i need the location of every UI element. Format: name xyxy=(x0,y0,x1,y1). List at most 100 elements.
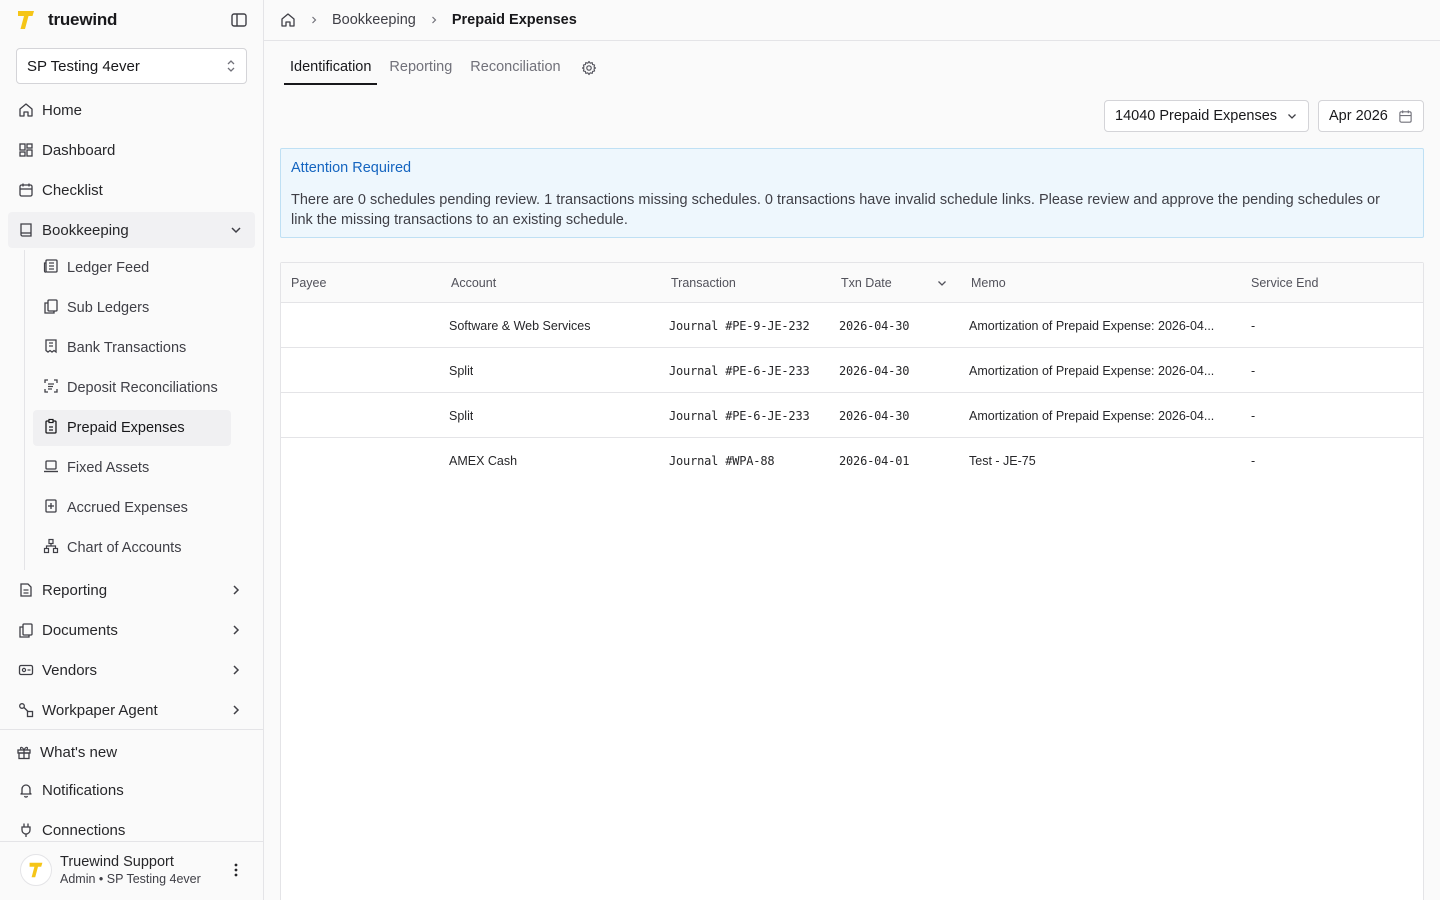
alert-title: Attention Required xyxy=(291,160,412,176)
chevron-down-icon xyxy=(1288,114,1296,119)
chevron-right-icon xyxy=(233,625,240,635)
sidebar-item-deposit-reconciliations[interactable]: Deposit Reconciliations xyxy=(33,370,231,406)
breadcrumb: Bookkeeping Prepaid Expenses xyxy=(264,0,1440,41)
table-header: Payee Account Transaction Txn Date Memo … xyxy=(281,263,1423,303)
user-profile[interactable]: Truewind Support Admin • SP Testing 4eve… xyxy=(20,852,252,888)
sidebar-item-accrued-expenses[interactable]: Accrued Expenses xyxy=(33,490,231,526)
sidebar: truewind SP Testing 4ever Home Dashboard… xyxy=(0,0,264,900)
tab-reconciliation[interactable]: Reconciliation xyxy=(464,52,566,85)
nav-item-home[interactable]: Home xyxy=(8,92,255,128)
nav-item-label: Connections xyxy=(42,821,126,839)
tab-bar: Identification Reporting Reconciliation xyxy=(284,52,597,85)
chevron-right-icon xyxy=(233,585,240,595)
nav-item-notifications[interactable]: Notifications xyxy=(8,772,255,808)
sort-chevron-down-icon[interactable] xyxy=(936,277,948,289)
column-header-transaction[interactable]: Transaction xyxy=(671,263,736,303)
nav-item-bookkeeping[interactable]: Bookkeeping xyxy=(8,212,255,248)
network-icon xyxy=(43,538,59,558)
nav-item-label: Vendors xyxy=(42,661,98,679)
cell-account: Split xyxy=(449,408,474,423)
table-row[interactable]: Split Journal #PE-6-JE-233 2026-04-30 Am… xyxy=(281,393,1423,438)
sidebar-item-ledger-feed[interactable]: Ledger Feed xyxy=(33,250,231,286)
laptop-icon xyxy=(43,458,59,478)
cell-service-end: - xyxy=(1251,408,1256,423)
sidebar-item-fixed-assets[interactable]: Fixed Assets xyxy=(33,450,231,486)
calendar-check-icon xyxy=(18,182,34,198)
sidebar-item-chart-of-accounts[interactable]: Chart of Accounts xyxy=(33,530,231,566)
tab-identification[interactable]: Identification xyxy=(284,52,378,85)
file-plus-icon xyxy=(43,498,59,518)
sidebar-item-label: Fixed Assets xyxy=(67,460,150,476)
alert-message-line: link the missing transactions to an exis… xyxy=(291,212,628,228)
cell-service-end: - xyxy=(1251,318,1256,333)
period-picker[interactable]: Apr 2026 xyxy=(1318,100,1424,132)
cell-txn-date: 2026-04-30 xyxy=(839,363,910,378)
user-name: Truewind Support xyxy=(60,853,174,870)
column-header-payee[interactable]: Payee xyxy=(291,263,326,303)
user-menu-button[interactable] xyxy=(228,860,244,880)
cell-memo: Amortization of Prepaid Expense: 2026-04… xyxy=(969,363,1215,378)
cell-service-end: - xyxy=(1251,363,1256,378)
cell-txn-date: 2026-04-01 xyxy=(839,453,910,468)
cell-transaction: Journal #PE-6-JE-233 xyxy=(669,363,810,378)
cell-account: AMEX Cash xyxy=(449,453,518,468)
nav-item-whats-new[interactable]: What's new xyxy=(6,734,253,770)
cell-account: Split xyxy=(449,363,474,378)
transactions-table: Payee Account Transaction Txn Date Memo … xyxy=(280,262,1424,900)
gear-icon[interactable] xyxy=(581,60,597,76)
column-header-memo[interactable]: Memo xyxy=(971,263,1006,303)
brand[interactable]: truewind xyxy=(16,8,117,32)
breadcrumb-home-button[interactable] xyxy=(280,12,296,28)
nav-item-workpaper-agent[interactable]: Workpaper Agent xyxy=(8,692,255,728)
submenu-guide-line xyxy=(24,250,25,570)
attention-alert: Attention Required There are 0 schedules… xyxy=(280,148,1424,238)
cell-transaction: Journal #PE-9-JE-232 xyxy=(669,318,810,333)
account-select[interactable]: 14040 Prepaid Expenses xyxy=(1104,100,1309,132)
nav-item-label: Workpaper Agent xyxy=(42,701,158,719)
cell-transaction: Journal #PE-6-JE-233 xyxy=(669,408,810,423)
cell-memo: Amortization of Prepaid Expense: 2026-04… xyxy=(969,318,1215,333)
receipt-icon xyxy=(43,338,59,358)
column-header-account[interactable]: Account xyxy=(451,263,496,303)
calendar-icon xyxy=(1399,109,1412,123)
sidebar-item-prepaid-expenses[interactable]: Prepaid Expenses xyxy=(33,410,231,446)
nav-item-reporting[interactable]: Reporting xyxy=(8,572,255,608)
cell-txn-date: 2026-04-30 xyxy=(839,408,910,423)
nav-item-vendors[interactable]: Vendors xyxy=(8,652,255,688)
workflow-icon xyxy=(18,702,34,718)
nav-item-dashboard[interactable]: Dashboard xyxy=(8,132,255,168)
table-row[interactable]: AMEX Cash Journal #WPA-88 2026-04-01 Tes… xyxy=(281,438,1423,483)
sidebar-item-sub-ledgers[interactable]: Sub Ledgers xyxy=(33,290,231,326)
nav-item-documents[interactable]: Documents xyxy=(8,612,255,648)
home-icon xyxy=(281,13,295,27)
sidebar-item-label: Bank Transactions xyxy=(67,340,187,356)
nav-item-checklist[interactable]: Checklist xyxy=(8,172,255,208)
cell-service-end: - xyxy=(1251,453,1256,468)
nav-item-label: Home xyxy=(42,101,83,119)
sidebar-item-label: Sub Ledgers xyxy=(67,300,150,316)
chevron-down-icon xyxy=(231,227,241,234)
cell-transaction: Journal #WPA-88 xyxy=(669,453,775,468)
plug-icon xyxy=(18,822,34,838)
nav-item-connections[interactable]: Connections xyxy=(8,812,255,848)
table-row[interactable]: Software & Web Services Journal #PE-9-JE… xyxy=(281,303,1423,348)
tab-reporting[interactable]: Reporting xyxy=(383,52,458,85)
sidebar-item-label: Accrued Expenses xyxy=(67,500,188,516)
column-header-service-end[interactable]: Service End xyxy=(1251,263,1318,303)
file-text-icon xyxy=(18,582,34,598)
alert-message-line: There are 0 schedules pending review. 1 … xyxy=(291,192,1380,208)
breadcrumb-bookkeeping[interactable]: Bookkeeping xyxy=(332,12,416,28)
cell-txn-date: 2026-04-30 xyxy=(839,318,910,333)
account-select-value: 14040 Prepaid Expenses xyxy=(1115,108,1278,124)
id-card-icon xyxy=(18,662,34,678)
truewind-logo-icon xyxy=(18,11,34,29)
sidebar-toggle-button[interactable] xyxy=(229,11,249,29)
cell-memo: Amortization of Prepaid Expense: 2026-04… xyxy=(969,408,1215,423)
table-row[interactable]: Split Journal #PE-6-JE-233 2026-04-30 Am… xyxy=(281,348,1423,393)
sidebar-item-bank-transactions[interactable]: Bank Transactions xyxy=(33,330,231,366)
sidebar-item-label: Ledger Feed xyxy=(67,260,150,276)
column-header-txn-date[interactable]: Txn Date xyxy=(841,263,892,303)
bell-icon xyxy=(18,782,34,798)
organization-select[interactable]: SP Testing 4ever xyxy=(16,48,247,84)
book-icon xyxy=(18,222,34,238)
